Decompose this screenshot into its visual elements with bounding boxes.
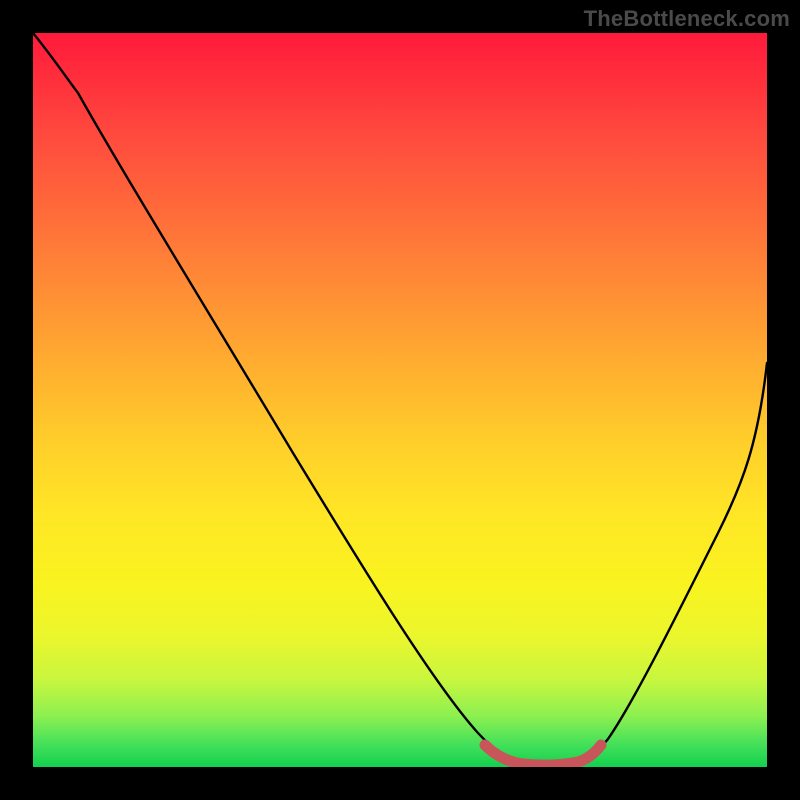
bottleneck-curve-svg: [33, 33, 767, 767]
chart-frame: TheBottleneck.com: [0, 0, 800, 800]
optimal-band-path: [485, 745, 601, 765]
watermark-text: TheBottleneck.com: [584, 6, 790, 32]
bottleneck-curve-path: [33, 33, 767, 765]
plot-area: [33, 33, 767, 767]
